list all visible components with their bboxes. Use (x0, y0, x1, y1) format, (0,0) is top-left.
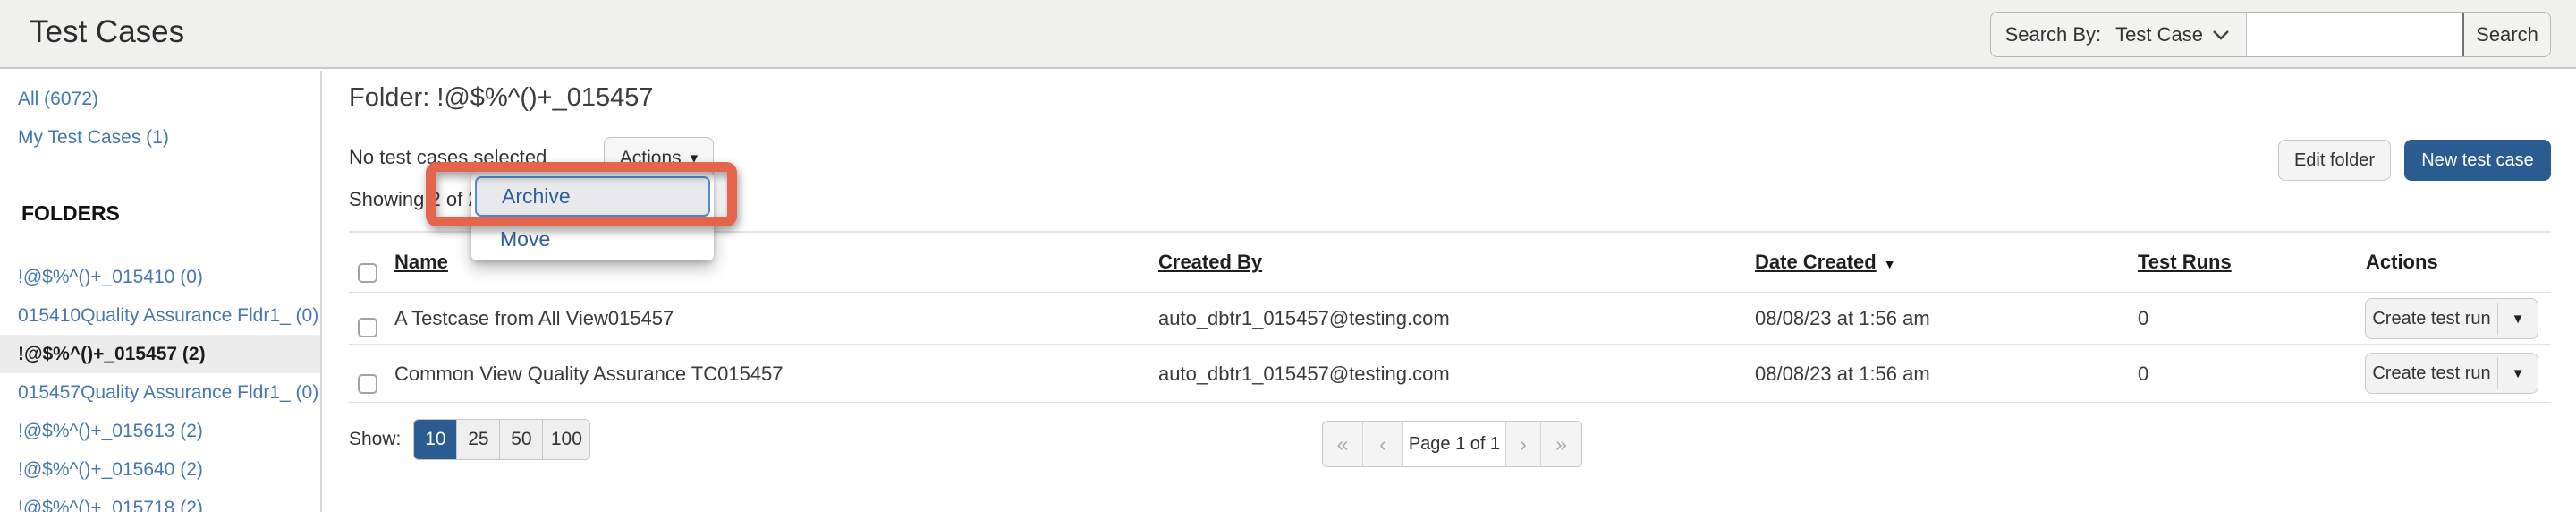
selection-status: No test cases selected (349, 146, 547, 169)
app-header: Test Cases Search By: Test Case Search (0, 0, 2576, 69)
column-header-created-by[interactable]: Created By (1158, 233, 1262, 291)
case-name: Common View Quality Assurance TC015457 (394, 345, 784, 403)
sidebar-item-folder[interactable]: !@$%^()+_015640 (2) (0, 450, 320, 489)
sort-desc-icon: ▼ (1884, 257, 1896, 271)
page-size-bar: Show: 10 25 50 100 (349, 419, 590, 460)
case-created-by: auto_dbtr1_015457@testing.com (1158, 345, 1450, 403)
search-type-dropdown[interactable]: Test Case (2115, 23, 2230, 47)
case-date-created: 08/08/23 at 1:56 am (1755, 345, 1930, 403)
sidebar-item-folder[interactable]: 015457Quality Assurance Fldr1_ (0) (0, 373, 320, 412)
actions-button-label: Actions (620, 148, 682, 169)
first-page-button[interactable]: « (1323, 422, 1363, 466)
case-test-runs: 0 (2138, 293, 2148, 345)
case-name: A Testcase from All View015457 (394, 293, 674, 345)
create-test-run-button[interactable]: Create test run ▼ (2365, 353, 2538, 394)
page-size-50[interactable]: 50 (500, 420, 543, 459)
page-size-25[interactable]: 25 (457, 420, 500, 459)
last-page-button[interactable]: » (1541, 422, 1581, 466)
search-bar: Search By: Test Case Search (1990, 12, 2551, 57)
case-test-runs: 0 (2138, 345, 2148, 403)
folder-title: Folder: !@$%^()+_015457 (349, 83, 653, 113)
main-content: Folder: !@$%^()+_015457 No test cases se… (322, 71, 2576, 512)
sidebar-item-folder[interactable]: !@$%^()+_015613 (2) (0, 412, 320, 450)
page-indicator: Page 1 of 1 (1403, 422, 1506, 466)
caret-down-icon[interactable]: ▼ (2498, 354, 2538, 393)
prev-page-button[interactable]: ‹ (1363, 422, 1403, 466)
search-by-label: Search By: (2005, 23, 2102, 47)
column-header-date-created[interactable]: Date Created▼ (1755, 233, 1896, 294)
chevron-down-icon (2212, 30, 2230, 40)
page-size-10[interactable]: 10 (414, 420, 457, 459)
actions-menu: Archive Move (471, 172, 714, 260)
show-label: Show: (349, 429, 401, 450)
search-input[interactable] (2246, 13, 2462, 56)
new-test-case-button[interactable]: New test case (2404, 140, 2551, 181)
sidebar-item-folder[interactable]: 015410Quality Assurance Fldr1_ (0) (0, 296, 320, 335)
sidebar-item-all[interactable]: All (6072) (0, 80, 320, 118)
folder-list: !@$%^()+_015410 (0) 015410Quality Assura… (0, 258, 320, 512)
showing-count: Showing 2 of 2 (349, 188, 479, 211)
column-header-test-runs[interactable]: Test Runs (2138, 233, 2232, 291)
column-header-actions: Actions (2366, 233, 2438, 291)
pagination: « ‹ Page 1 of 1 › » (1322, 421, 1582, 467)
row-checkbox[interactable] (358, 318, 377, 337)
page-size-100[interactable]: 100 (543, 420, 589, 459)
menu-item-move[interactable]: Move (475, 227, 550, 252)
table-row: A Testcase from All View015457 auto_dbtr… (349, 293, 2551, 345)
case-date-created: 08/08/23 at 1:56 am (1755, 293, 1930, 345)
next-page-button[interactable]: › (1506, 422, 1541, 466)
search-type-value: Test Case (2115, 23, 2203, 47)
caret-down-icon: ▾ (691, 150, 699, 166)
sidebar-item-my-test-cases[interactable]: My Test Cases (1) (0, 118, 320, 157)
search-button[interactable]: Search (2464, 13, 2550, 56)
column-header-name[interactable]: Name (394, 233, 448, 291)
row-checkbox[interactable] (358, 374, 377, 394)
select-all-checkbox[interactable] (358, 263, 377, 283)
edit-folder-button[interactable]: Edit folder (2278, 140, 2391, 181)
caret-down-icon[interactable]: ▼ (2498, 299, 2538, 338)
page-title: Test Cases (30, 14, 184, 50)
menu-item-archive[interactable]: Archive (475, 176, 710, 217)
sidebar-item-folder[interactable]: !@$%^()+_015410 (0) (0, 258, 320, 296)
table-row: Common View Quality Assurance TC015457 a… (349, 345, 2551, 403)
case-created-by: auto_dbtr1_015457@testing.com (1158, 293, 1450, 345)
sidebar-item-folder-selected[interactable]: !@$%^()+_015457 (2) (0, 335, 320, 373)
sidebar: All (6072) My Test Cases (1) FOLDERS !@$… (0, 71, 322, 512)
folders-heading: FOLDERS (0, 194, 320, 233)
create-test-run-button[interactable]: Create test run ▼ (2365, 298, 2538, 339)
sidebar-item-folder[interactable]: !@$%^()+_015718 (2) (0, 489, 320, 512)
